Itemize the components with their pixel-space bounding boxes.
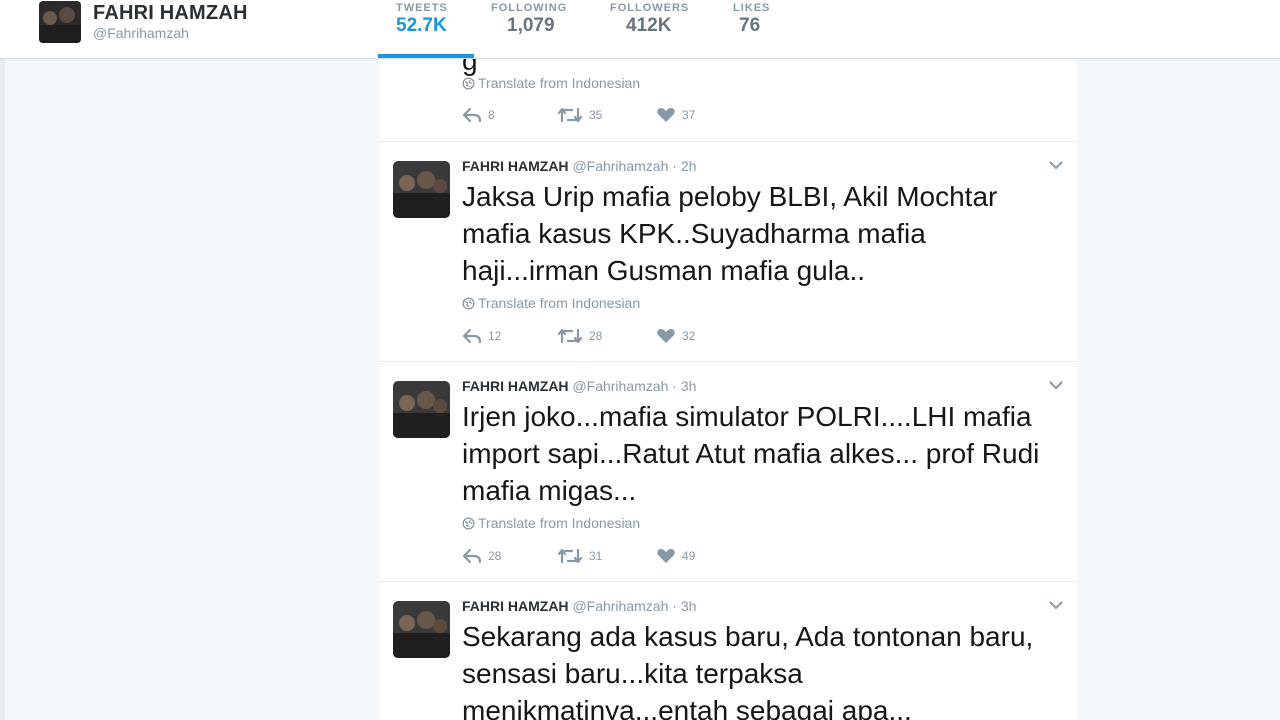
- like-icon: [657, 108, 675, 122]
- stat-following-value: 1,079: [507, 15, 555, 36]
- profile-avatar[interactable]: [39, 1, 81, 43]
- stat-following[interactable]: FOLLOWING 1,079: [491, 2, 567, 37]
- stat-followers-label: FOLLOWERS: [610, 2, 690, 14]
- translate-label: Translate from Indonesian: [478, 75, 641, 91]
- tweet-header: FAHRI HAMZAH @Fahrihamzah · 2h: [462, 158, 696, 174]
- retweet-icon: [557, 328, 583, 344]
- tweet-separator: ·: [672, 378, 677, 394]
- retweet-count: 31: [589, 549, 603, 563]
- chevron-down-icon[interactable]: [1047, 158, 1065, 172]
- chevron-down-icon[interactable]: [1047, 598, 1065, 612]
- tweet-header: FAHRI HAMZAH @Fahrihamzah · 3h: [462, 598, 696, 614]
- globe-icon: [462, 297, 475, 310]
- tweet-handle[interactable]: @Fahrihamzah: [572, 598, 668, 614]
- retweet-button[interactable]: 35: [557, 107, 602, 125]
- tweet-separator: ·: [672, 598, 677, 614]
- stat-followers-value: 412K: [626, 15, 672, 36]
- profile-handle[interactable]: @Fahrihamzah: [93, 25, 189, 41]
- tweet-partial[interactable]: g Translate from Indonesian 8 35 37: [380, 58, 1077, 142]
- retweet-count: 35: [589, 108, 603, 122]
- reply-count: 8: [488, 108, 495, 122]
- retweet-button[interactable]: 28: [557, 328, 602, 346]
- stat-likes[interactable]: LIKES 76: [733, 2, 770, 37]
- active-tab-indicator: [378, 54, 474, 58]
- like-count: 49: [682, 549, 696, 563]
- like-count: 32: [682, 329, 696, 343]
- chevron-down-icon[interactable]: [1047, 378, 1065, 392]
- profile-name[interactable]: FAHRI HAMZAH: [93, 2, 248, 25]
- tweet-fullname[interactable]: FAHRI HAMZAH: [462, 158, 569, 174]
- tweet-item[interactable]: FAHRI HAMZAH @Fahrihamzah · 3h Sekarang …: [380, 582, 1077, 720]
- like-button[interactable]: 49: [656, 548, 695, 566]
- tweet-handle[interactable]: @Fahrihamzah: [572, 158, 668, 174]
- tweet-fullname[interactable]: FAHRI HAMZAH: [462, 378, 569, 394]
- tweet-text: Jaksa Urip mafia peloby BLBI, Akil Mocht…: [462, 181, 998, 286]
- reply-button[interactable]: 28: [462, 548, 501, 566]
- retweet-icon: [557, 107, 583, 123]
- stat-likes-label: LIKES: [733, 2, 771, 14]
- tweet-actions: 8 35 37: [462, 107, 762, 125]
- reply-icon: [462, 328, 482, 344]
- globe-icon: [462, 77, 475, 90]
- translate-link[interactable]: Translate from Indonesian: [462, 515, 640, 531]
- reply-icon: [462, 107, 482, 123]
- like-count: 37: [682, 108, 696, 122]
- tweet-timestamp[interactable]: 3h: [681, 598, 697, 614]
- stat-following-label: FOLLOWING: [491, 2, 568, 14]
- translate-label: Translate from Indonesian: [478, 295, 641, 311]
- stat-followers[interactable]: FOLLOWERS 412K: [610, 2, 689, 37]
- tweet-timeline: g Translate from Indonesian 8 35 37 FAHR…: [380, 58, 1077, 720]
- profile-nav-bar: FAHRI HAMZAH @Fahrihamzah TWEETS 52.7K F…: [0, 0, 1280, 59]
- like-icon: [657, 329, 675, 343]
- tweet-header: FAHRI HAMZAH @Fahrihamzah · 3h: [462, 378, 696, 394]
- translate-label: Translate from Indonesian: [478, 515, 641, 531]
- reply-icon: [462, 548, 482, 564]
- tweet-fullname[interactable]: FAHRI HAMZAH: [462, 598, 569, 614]
- tweet-actions: 12 28 32: [462, 328, 762, 346]
- translate-link[interactable]: Translate from Indonesian: [462, 295, 640, 311]
- stat-likes-value: 76: [739, 15, 761, 36]
- reply-button[interactable]: 12: [462, 328, 501, 346]
- retweet-icon: [557, 548, 583, 564]
- tweet-timestamp[interactable]: 3h: [681, 378, 697, 394]
- globe-icon: [462, 517, 475, 530]
- tweet-handle[interactable]: @Fahrihamzah: [572, 378, 668, 394]
- retweet-button[interactable]: 31: [557, 548, 602, 566]
- tweet-avatar[interactable]: [393, 601, 450, 658]
- tweet-timestamp[interactable]: 2h: [681, 158, 697, 174]
- tweet-item[interactable]: FAHRI HAMZAH @Fahrihamzah · 2h Jaksa Uri…: [380, 142, 1077, 362]
- stat-tweets-value: 52.7K: [396, 15, 447, 36]
- tweet-avatar[interactable]: [393, 381, 450, 438]
- tweet-text: Sekarang ada kasus baru, Ada tontonan ba…: [462, 621, 1034, 720]
- tweet-actions: 28 31 49: [462, 548, 762, 566]
- like-button[interactable]: 37: [656, 107, 695, 125]
- stat-tweets-label: TWEETS: [396, 2, 448, 14]
- reply-button[interactable]: 8: [462, 107, 495, 125]
- retweet-count: 28: [589, 329, 603, 343]
- like-button[interactable]: 32: [656, 328, 695, 346]
- left-sidebar: [0, 59, 385, 720]
- translate-link[interactable]: Translate from Indonesian: [462, 75, 640, 91]
- like-icon: [657, 549, 675, 563]
- stat-tweets[interactable]: TWEETS 52.7K: [396, 2, 448, 37]
- tweet-separator: ·: [672, 158, 677, 174]
- reply-count: 28: [488, 549, 502, 563]
- tweet-avatar[interactable]: [393, 161, 450, 218]
- tweet-item[interactable]: FAHRI HAMZAH @Fahrihamzah · 3h Irjen jok…: [380, 362, 1077, 582]
- reply-count: 12: [488, 329, 502, 343]
- right-sidebar: [1077, 59, 1280, 720]
- tweet-text: Irjen joko...mafia simulator POLRI....LH…: [462, 401, 1040, 506]
